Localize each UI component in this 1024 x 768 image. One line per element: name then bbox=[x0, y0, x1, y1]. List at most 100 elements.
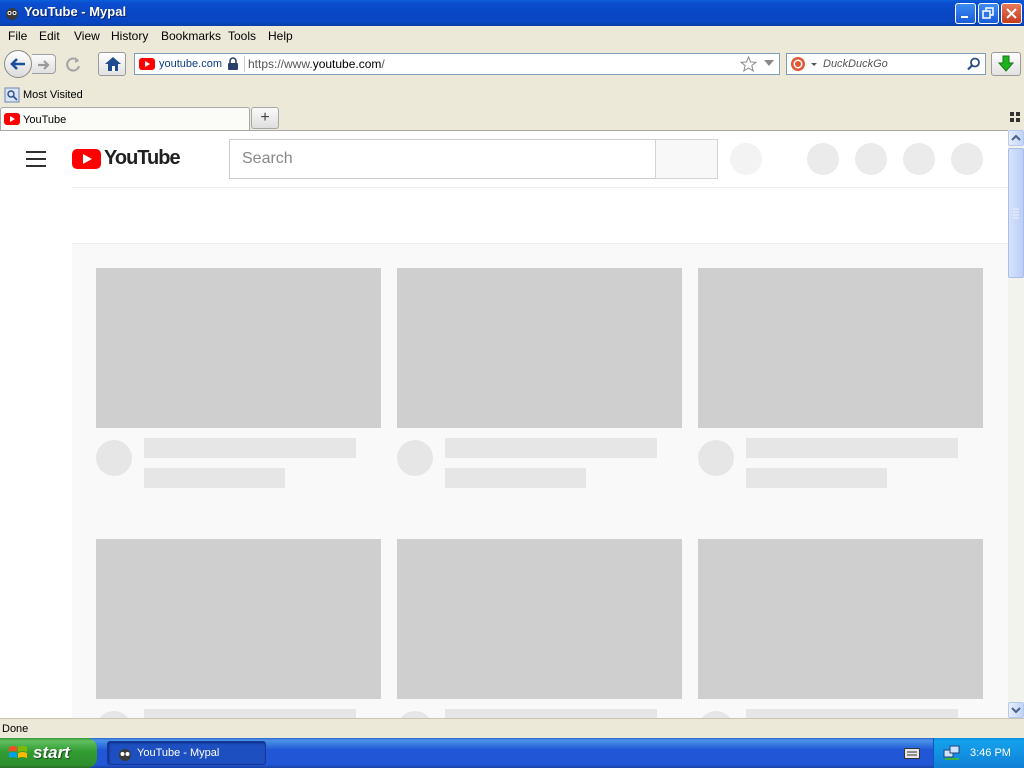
menu-history[interactable]: History bbox=[111, 29, 148, 43]
most-visited-label: Most Visited bbox=[23, 89, 83, 101]
home-button[interactable] bbox=[98, 52, 126, 76]
lock-icon bbox=[228, 57, 238, 70]
title-placeholder bbox=[445, 438, 657, 458]
title-placeholder bbox=[746, 438, 958, 458]
window-title: YouTube - Mypal bbox=[24, 4, 127, 19]
all-tabs-icon[interactable] bbox=[1010, 112, 1020, 122]
thumbnail-placeholder bbox=[397, 268, 682, 428]
channel-avatar-placeholder bbox=[397, 711, 433, 718]
grip-icon bbox=[1013, 208, 1019, 219]
youtube-favicon bbox=[139, 58, 155, 70]
windows-flag-icon bbox=[9, 746, 27, 758]
forward-button[interactable] bbox=[32, 54, 56, 74]
youtube-search-box[interactable] bbox=[229, 139, 655, 179]
url-text[interactable]: https://www.youtube.com/ bbox=[248, 57, 385, 71]
minimize-button[interactable] bbox=[955, 3, 976, 24]
restore-button[interactable] bbox=[978, 3, 999, 24]
youtube-search-button[interactable] bbox=[655, 139, 718, 179]
search-bar[interactable]: DuckDuckGo bbox=[786, 53, 986, 75]
close-window-button[interactable] bbox=[1001, 3, 1022, 24]
search-engine-placeholder: DuckDuckGo bbox=[823, 58, 888, 70]
minimize-icon bbox=[961, 16, 968, 18]
title-placeholder bbox=[144, 438, 356, 458]
vertical-scrollbar[interactable] bbox=[1008, 130, 1024, 718]
meta-placeholder bbox=[746, 468, 887, 488]
start-label: start bbox=[33, 743, 70, 762]
scroll-up-button[interactable] bbox=[1008, 130, 1024, 146]
reload-button[interactable] bbox=[62, 53, 86, 75]
channel-avatar-placeholder bbox=[698, 440, 734, 476]
forward-arrow-icon bbox=[38, 60, 50, 70]
back-forward-group bbox=[4, 50, 60, 78]
avatar-placeholder[interactable] bbox=[951, 143, 983, 175]
taskbar: start YouTube - Mypal 3:46 PM bbox=[0, 738, 1024, 768]
header-icon-placeholder[interactable] bbox=[855, 143, 887, 175]
title-placeholder bbox=[144, 709, 356, 718]
guide-menu-button[interactable] bbox=[26, 151, 46, 167]
tab-strip: YouTube + bbox=[0, 106, 1024, 130]
close-icon bbox=[1006, 8, 1017, 19]
bookmarks-toolbar: Most Visited bbox=[0, 84, 1024, 106]
scroll-down-arrow-icon bbox=[1011, 707, 1021, 714]
url-history-dropmarker-icon[interactable] bbox=[764, 60, 774, 67]
plus-icon: + bbox=[260, 109, 270, 126]
voice-search-placeholder[interactable] bbox=[730, 143, 762, 175]
channel-avatar-placeholder bbox=[698, 711, 734, 718]
scroll-down-button[interactable] bbox=[1008, 702, 1024, 718]
menu-help[interactable]: Help bbox=[268, 29, 293, 43]
mypal-app-icon bbox=[6, 8, 18, 20]
task-label: YouTube - Mypal bbox=[137, 747, 220, 759]
header-divider bbox=[72, 187, 1008, 188]
bookmark-star-icon[interactable] bbox=[740, 56, 757, 72]
menu-file[interactable]: File bbox=[8, 29, 27, 43]
menu-line bbox=[26, 165, 46, 167]
menu-bookmarks[interactable]: Bookmarks bbox=[161, 29, 221, 43]
status-text: Done bbox=[2, 723, 29, 735]
menu-line bbox=[26, 158, 46, 160]
duckduckgo-engine-icon[interactable] bbox=[790, 56, 820, 72]
url-prefix: https://www. bbox=[248, 57, 313, 71]
mypal-task-icon bbox=[119, 749, 131, 761]
address-bar[interactable]: youtube.com https://www.youtube.com/ bbox=[134, 53, 780, 75]
menu-line bbox=[26, 151, 46, 153]
scroll-up-arrow-icon bbox=[1011, 134, 1021, 141]
clock[interactable]: 3:46 PM bbox=[970, 747, 1011, 759]
youtube-search-input[interactable] bbox=[230, 140, 655, 178]
thumbnail-placeholder bbox=[96, 268, 381, 428]
site-identity-box[interactable]: youtube.com bbox=[137, 56, 245, 72]
menu-tools[interactable]: Tools bbox=[228, 29, 256, 43]
downloads-button[interactable] bbox=[991, 52, 1021, 76]
title-placeholder bbox=[746, 709, 958, 718]
channel-avatar-placeholder bbox=[96, 440, 132, 476]
search-go-icon[interactable] bbox=[967, 57, 981, 71]
thumbnail-placeholder bbox=[698, 268, 983, 428]
title-placeholder bbox=[445, 709, 657, 718]
start-button[interactable]: start bbox=[0, 738, 97, 768]
network-icon[interactable] bbox=[943, 745, 961, 761]
new-tab-button[interactable]: + bbox=[251, 107, 279, 129]
header-icon-placeholder[interactable] bbox=[903, 143, 935, 175]
url-suffix: / bbox=[381, 57, 385, 71]
menu-bar: File Edit View History Bookmarks Tools H… bbox=[0, 26, 1024, 46]
tab-label: YouTube bbox=[23, 114, 67, 126]
home-icon bbox=[105, 57, 121, 71]
reload-icon bbox=[66, 57, 81, 72]
meta-placeholder bbox=[144, 468, 285, 488]
thumbnail-placeholder bbox=[397, 539, 682, 699]
back-button[interactable] bbox=[4, 50, 32, 78]
menu-view[interactable]: View bbox=[74, 29, 100, 43]
header-icon-placeholder[interactable] bbox=[807, 143, 839, 175]
menu-edit[interactable]: Edit bbox=[39, 29, 60, 43]
page-content: YouTube bbox=[0, 130, 1008, 718]
identity-domain: youtube.com bbox=[159, 58, 222, 70]
youtube-tab-favicon bbox=[4, 113, 20, 125]
navigation-toolbar: youtube.com https://www.youtube.com/ Duc… bbox=[0, 46, 1024, 84]
scrollbar-thumb[interactable] bbox=[1008, 148, 1024, 278]
keyboard-icon[interactable] bbox=[904, 747, 920, 759]
video-feed bbox=[72, 244, 1008, 718]
tab-youtube[interactable]: YouTube bbox=[0, 107, 250, 130]
youtube-logo-text: YouTube bbox=[104, 147, 181, 169]
taskbar-item-mypal[interactable]: YouTube - Mypal bbox=[107, 741, 266, 765]
system-tray: 3:46 PM bbox=[933, 738, 1024, 768]
youtube-play-icon bbox=[72, 149, 101, 169]
